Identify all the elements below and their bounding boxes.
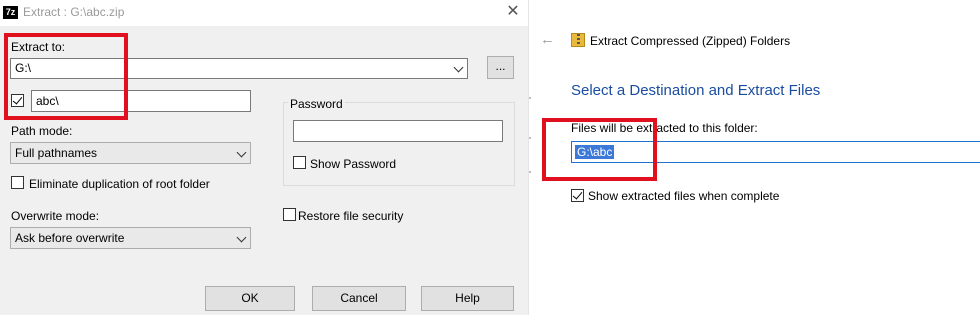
close-icon: ✕	[506, 3, 520, 20]
overwrite-mode-select[interactable]: Ask before overwrite	[10, 227, 251, 249]
subfolder-checkbox[interactable]	[11, 94, 24, 107]
back-button[interactable]: ←	[540, 32, 556, 48]
show-password-checkbox[interactable]	[293, 156, 306, 169]
sevenzip-app-icon: 7z	[3, 6, 18, 19]
subfolder-name-input[interactable]: abc\	[31, 90, 251, 112]
path-mode-value: Full pathnames	[15, 146, 98, 160]
chevron-down-icon	[236, 232, 247, 243]
chevron-down-icon	[236, 147, 247, 158]
ok-button[interactable]: OK	[205, 286, 295, 311]
restore-file-security-checkbox[interactable]	[283, 208, 296, 221]
restore-file-security-label: Restore file security	[298, 209, 404, 223]
divider-dot	[529, 137, 531, 139]
wizard-title: Extract Compressed (Zipped) Folders	[590, 34, 791, 48]
eliminate-duplication-checkbox[interactable]	[11, 176, 24, 189]
back-arrow-icon: ←	[540, 31, 555, 48]
password-group	[283, 102, 515, 186]
checkmark-icon	[12, 94, 23, 105]
overwrite-mode-value: Ask before overwrite	[15, 231, 125, 245]
checkmark-icon	[572, 189, 583, 200]
browse-button[interactable]: ...	[487, 56, 514, 79]
path-mode-label: Path mode:	[11, 124, 73, 138]
password-input[interactable]	[293, 120, 503, 142]
destination-label: Files will be extracted to this folder:	[571, 121, 758, 135]
help-button[interactable]: Help	[421, 286, 514, 311]
zip-folder-icon	[571, 33, 585, 47]
destination-input[interactable]: G:\abc	[571, 141, 980, 163]
divider-dot	[529, 171, 531, 173]
show-extracted-files-checkbox[interactable]	[571, 189, 584, 202]
extract-to-combobox[interactable]: G:\	[10, 58, 468, 79]
chevron-down-icon[interactable]	[453, 62, 464, 73]
title-bar: 7z Extract : G:\abc.zip ✕	[0, 0, 528, 26]
show-extracted-files-label: Show extracted files when complete	[588, 189, 780, 203]
close-button[interactable]: ✕	[503, 2, 523, 22]
divider-dot	[529, 97, 531, 99]
overwrite-mode-label: Overwrite mode:	[11, 209, 100, 223]
destination-value: G:\abc	[575, 145, 615, 159]
eliminate-duplication-label: Eliminate duplication of root folder	[29, 177, 210, 191]
cancel-button[interactable]: Cancel	[312, 286, 406, 311]
window-title: Extract : G:\abc.zip	[23, 5, 125, 19]
pane-divider	[528, 0, 535, 315]
page-heading: Select a Destination and Extract Files	[571, 82, 821, 99]
extract-to-value: G:\	[15, 61, 32, 75]
subfolder-name-value: abc\	[36, 94, 59, 108]
extract-to-label: Extract to:	[11, 40, 66, 54]
path-mode-select[interactable]: Full pathnames	[10, 142, 251, 164]
show-password-label: Show Password	[310, 157, 397, 171]
password-label: Password	[288, 97, 345, 111]
windows-extract-wizard: ← Extract Compressed (Zipped) Folders Se…	[535, 0, 980, 315]
sevenzip-extract-dialog: 7z Extract : G:\abc.zip ✕ Extract to: G:…	[0, 0, 528, 315]
